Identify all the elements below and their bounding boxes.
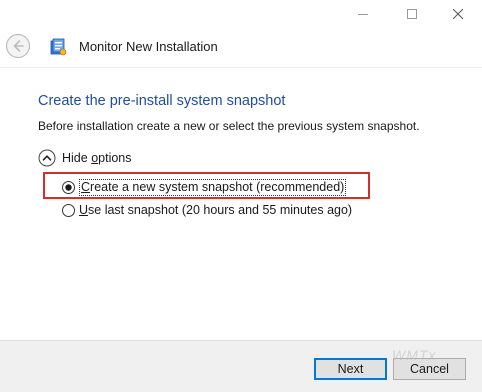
close-button[interactable]: [435, 0, 481, 28]
next-button[interactable]: Next: [314, 358, 387, 380]
button-bar: Next Cancel: [0, 340, 482, 392]
radio-unselected-icon: [62, 203, 75, 217]
page-description: Before installation create a new or sele…: [38, 119, 420, 133]
back-arrow-icon: [5, 33, 31, 59]
radio-use-last-snapshot[interactable]: Use last snapshot (20 hours and 55 minut…: [62, 201, 352, 219]
header-divider: [0, 67, 482, 68]
close-icon: [453, 9, 463, 19]
page-heading: Create the pre-install system snapshot: [38, 93, 286, 109]
installer-window: Monitor New Installation Create the pre-…: [0, 0, 482, 392]
minimize-icon: [358, 14, 368, 15]
installer-app-icon: [49, 38, 67, 56]
window-title: Monitor New Installation: [79, 39, 218, 54]
cancel-button[interactable]: Cancel: [393, 358, 466, 380]
option-label: Create a new system snapshot (recommende…: [79, 178, 347, 196]
minimize-button[interactable]: [340, 0, 386, 28]
maximize-icon: [407, 9, 417, 19]
option-label: Use last snapshot (20 hours and 55 minut…: [79, 203, 353, 217]
radio-selected-icon: [62, 180, 75, 194]
radio-create-new-snapshot[interactable]: Create a new system snapshot (recommende…: [62, 178, 347, 196]
back-button[interactable]: [5, 33, 31, 59]
hide-options-label: Hide options: [62, 151, 132, 165]
wizard-header: Monitor New Installation: [0, 30, 482, 66]
title-bar: [0, 0, 482, 30]
chevron-up-icon: [38, 149, 56, 167]
maximize-button[interactable]: [389, 0, 435, 28]
hide-options-toggle[interactable]: Hide options: [38, 148, 132, 168]
